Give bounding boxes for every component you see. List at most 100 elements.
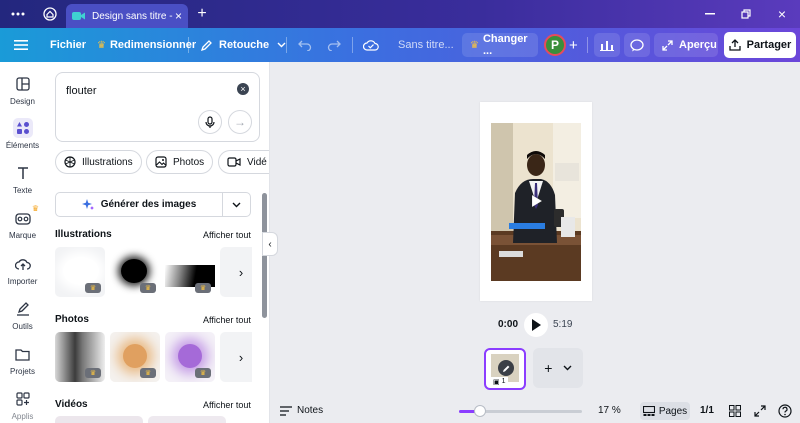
redo-icon[interactable] — [327, 28, 341, 62]
rail-label: Éléments — [5, 141, 40, 150]
file-menu-button[interactable]: Fichier — [50, 28, 86, 62]
video-element[interactable] — [491, 123, 581, 281]
apps-grid-icon — [13, 389, 33, 409]
video-thumb[interactable] — [148, 416, 226, 423]
comment-icon[interactable] — [624, 33, 650, 57]
text-t-icon — [13, 163, 33, 183]
section-title-photos: Photos — [55, 314, 89, 325]
rail-label: Design — [10, 97, 35, 106]
film-icon: ▣ — [493, 378, 500, 386]
chip-videos[interactable]: Vidé — [218, 150, 269, 174]
active-tab[interactable]: Design sans titre - ... × — [66, 4, 188, 28]
see-all-photos-link[interactable]: Afficher tout — [203, 315, 251, 325]
retouch-label: Retouche — [219, 39, 270, 51]
chip-photos[interactable]: Photos — [146, 150, 214, 174]
chevron-right-icon[interactable]: › — [230, 261, 252, 283]
layout-icon — [13, 74, 33, 94]
clear-search-icon[interactable]: × — [237, 83, 249, 95]
expand-icon — [662, 39, 673, 51]
chevron-down-icon[interactable] — [563, 365, 572, 371]
rail-item-projects[interactable]: Projets — [0, 338, 45, 382]
hamburger-menu-icon[interactable] — [14, 28, 28, 62]
collapse-panel-button[interactable]: ‹ — [262, 232, 278, 256]
notes-icon — [280, 405, 292, 416]
avatar[interactable]: P — [544, 34, 566, 56]
undo-icon[interactable] — [298, 28, 312, 62]
pages-button[interactable]: Pages — [640, 402, 690, 420]
add-collaborator-icon[interactable]: + — [569, 28, 578, 62]
video-icon — [72, 11, 86, 21]
rail-item-tools[interactable]: Outils — [0, 293, 45, 337]
illustration-thumb[interactable]: ♛ — [165, 247, 215, 297]
change-button[interactable]: ♛ Changer ... — [462, 33, 538, 57]
see-all-illustrations-link[interactable]: Afficher tout — [203, 230, 251, 240]
zoom-slider-handle[interactable] — [474, 405, 486, 417]
close-window-icon[interactable]: × — [764, 0, 800, 28]
title-bar: Design sans titre - ... × + × — [0, 0, 800, 28]
video-thumb[interactable] — [55, 416, 143, 423]
microphone-icon[interactable] — [198, 110, 222, 134]
edit-pencil-icon[interactable] — [498, 360, 514, 376]
generate-images-button[interactable]: Générer des images — [55, 192, 223, 217]
photo-thumb[interactable]: ♛ — [55, 332, 105, 382]
toolbar-divider — [286, 37, 287, 53]
search-input[interactable] — [66, 82, 216, 100]
chevron-right-icon[interactable]: › — [230, 346, 252, 368]
submit-search-icon[interactable]: → — [228, 110, 252, 134]
help-icon[interactable] — [778, 404, 792, 418]
rail-item-design[interactable]: Design — [0, 68, 45, 112]
rail-item-text[interactable]: Texte — [0, 157, 45, 201]
resize-label: Redimensionner — [109, 39, 197, 51]
toolbar-divider — [188, 37, 189, 53]
restore-icon[interactable] — [728, 0, 764, 28]
cloud-upload-icon — [13, 254, 33, 274]
crown-icon: ♛ — [31, 204, 39, 213]
toolbar-divider — [352, 37, 353, 53]
retouch-button[interactable]: Retouche — [200, 28, 286, 62]
new-tab-button[interactable]: + — [188, 0, 216, 28]
more-menu-icon[interactable] — [4, 0, 32, 28]
photo-thumb[interactable]: ♛ — [110, 332, 160, 382]
cloud-saved-icon[interactable] — [363, 28, 379, 62]
preview-button[interactable]: Aperçu — [654, 33, 718, 57]
close-tab-icon[interactable]: × — [175, 9, 182, 23]
window-controls: × — [692, 0, 800, 28]
photo-thumb[interactable]: ♛ — [165, 332, 215, 382]
illustration-thumb[interactable]: ♛ — [110, 247, 160, 297]
fullscreen-icon[interactable] — [754, 405, 766, 417]
tab-title: Design sans titre - ... — [92, 10, 175, 22]
notes-label: Notes — [297, 405, 324, 416]
rail-item-uploads[interactable]: Importer — [0, 248, 45, 292]
play-button[interactable] — [524, 313, 548, 337]
minimize-icon[interactable] — [692, 0, 728, 28]
illustration-thumb[interactable]: ♛ — [55, 247, 105, 297]
home-icon[interactable] — [36, 0, 64, 28]
chip-illustrations[interactable]: Illustrations — [55, 150, 142, 174]
brand-kit-icon — [13, 208, 33, 228]
left-nav-rail: Design Éléments Texte ♛ Marque Importer … — [0, 62, 45, 423]
search-box[interactable]: × → — [55, 72, 260, 142]
share-button[interactable]: Partager — [724, 32, 796, 58]
crown-icon: ♛ — [97, 39, 106, 51]
rail-item-brand[interactable]: ♛ Marque — [0, 202, 45, 246]
play-icon[interactable] — [528, 193, 544, 209]
rail-label: Applis — [11, 412, 34, 421]
current-time: 0:00 — [498, 319, 519, 330]
insights-chart-icon[interactable] — [594, 33, 620, 57]
notes-button[interactable]: Notes — [280, 405, 323, 416]
add-page-button[interactable]: + — [533, 348, 583, 388]
see-all-videos-link[interactable]: Afficher tout — [203, 400, 251, 410]
generate-options-dropdown[interactable] — [223, 192, 251, 217]
rail-item-elements[interactable]: Éléments — [0, 112, 45, 156]
illustration-icon — [64, 156, 76, 168]
zoom-level[interactable]: 17 % — [598, 405, 621, 416]
toolbar-divider — [587, 37, 588, 53]
chevron-down-icon — [277, 42, 286, 48]
chip-label: Photos — [173, 156, 205, 168]
grid-view-icon[interactable] — [729, 405, 741, 417]
page-thumbnail[interactable]: ▣ 1 — [484, 348, 526, 390]
editor-toolbar: Fichier ♛ Redimensionner Retouche Sans t… — [0, 28, 800, 62]
resize-button[interactable]: ♛ Redimensionner — [97, 28, 196, 62]
document-title[interactable]: Sans titre... — [398, 28, 454, 62]
rail-item-apps[interactable]: Applis — [0, 383, 45, 423]
